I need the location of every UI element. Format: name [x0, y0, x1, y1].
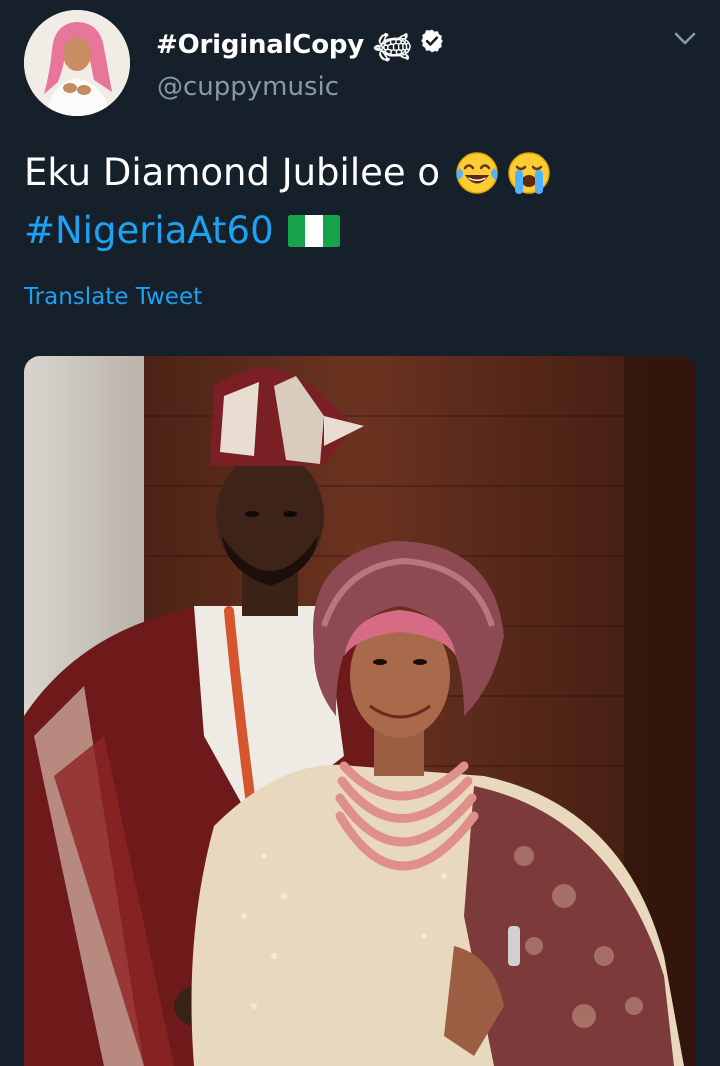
tweet-text-line-2: #NigeriaAt60	[24, 202, 694, 260]
author-handle[interactable]: @cuppymusic	[157, 72, 339, 102]
author-display-name[interactable]: #OriginalCopy 𓆉	[156, 20, 412, 62]
hashtag-link[interactable]: #NigeriaAt60	[24, 202, 274, 260]
avatar-photo	[24, 10, 130, 116]
nigeria-flag-emoji	[287, 213, 340, 249]
tweet-text-content: Eku Diamond Jubilee o	[24, 151, 441, 194]
face-with-tears-of-joy-emoji	[454, 150, 500, 196]
loudly-crying-face-emoji	[506, 150, 552, 196]
tweet-media-photo[interactable]	[24, 356, 696, 1066]
photo-illustration	[24, 356, 696, 1066]
tweet-text-line-1: Eku Diamond Jubilee o	[24, 144, 694, 202]
translate-tweet-link[interactable]: Translate Tweet	[24, 284, 202, 310]
chevron-down-icon[interactable]	[670, 26, 700, 50]
author-avatar[interactable]	[24, 10, 130, 116]
author-name-row[interactable]: #OriginalCopy 𓆉	[156, 22, 445, 60]
tweet-text: Eku Diamond Jubilee o #NigeriaAt60	[24, 144, 694, 260]
verified-badge-icon	[419, 28, 445, 54]
